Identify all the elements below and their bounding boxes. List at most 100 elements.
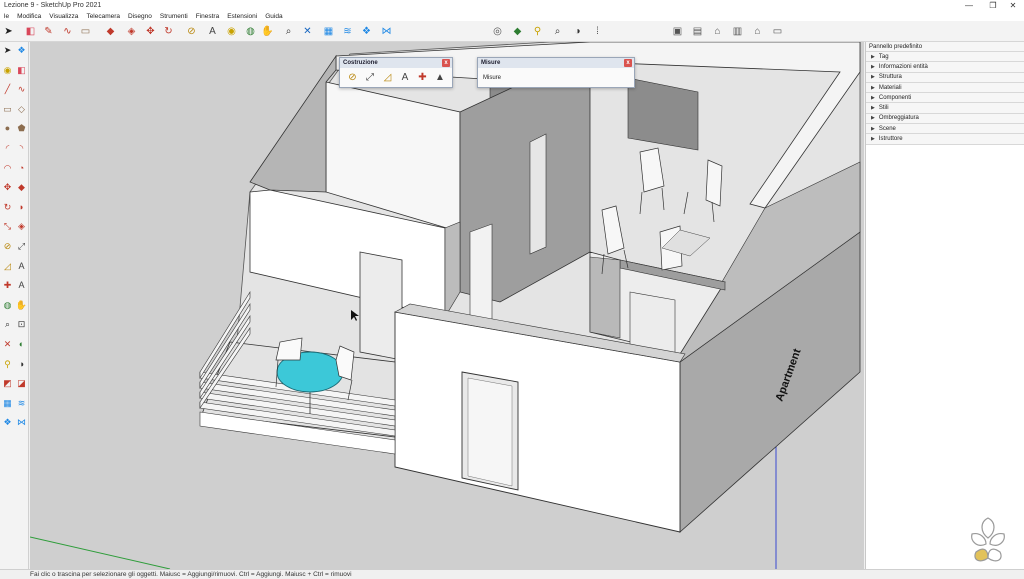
dimension-icon[interactable]: ⤢	[15, 240, 28, 253]
tray-panel-item[interactable]: ▶ Struttura	[866, 72, 1024, 83]
tray-panel-item[interactable]: ▶ Materiali	[866, 82, 1024, 94]
tray-panel-item[interactable]: ▶ Componenti	[866, 93, 1024, 104]
select-icon[interactable]: ➤	[1, 44, 14, 57]
polygon-icon[interactable]: ⬟	[15, 122, 28, 135]
paint-icon[interactable]: ◉	[1, 64, 14, 77]
menu-item[interactable]: Visualizza	[45, 13, 82, 20]
sandbox-icon[interactable]: ▦	[1, 397, 14, 410]
zoom-extents-icon[interactable]: ✕	[1, 338, 14, 351]
line-icon[interactable]: ╱	[1, 83, 14, 96]
move-icon[interactable]: ✥	[1, 181, 14, 194]
sandbox-icon[interactable]: ▦	[321, 24, 336, 39]
pie-icon[interactable]: ◔	[15, 162, 28, 175]
look-around-icon[interactable]: ◑	[570, 24, 585, 39]
scale-icon[interactable]: ⤡	[1, 220, 14, 233]
circle-icon[interactable]: ●	[1, 122, 14, 135]
previous-icon[interactable]: ◐	[15, 338, 28, 351]
push-pull-icon[interactable]: ◆	[103, 24, 118, 39]
flip-edge-icon[interactable]: ⋈	[379, 24, 394, 39]
rotate-icon[interactable]: ↻	[161, 24, 176, 39]
offset-icon[interactable]: ◈	[124, 24, 139, 39]
model-view[interactable]: Apartment	[30, 42, 864, 569]
dimension-icon[interactable]: ⤢	[364, 71, 377, 84]
3d-text-icon[interactable]: ▲	[434, 71, 447, 84]
geo-location-icon[interactable]: ◎	[490, 24, 505, 39]
smoove-icon[interactable]: ≋	[340, 24, 355, 39]
3d-text-icon[interactable]: A	[15, 279, 28, 292]
smoove-icon[interactable]: ≋	[15, 397, 28, 410]
costruzione-dialog-header[interactable]: Costruzione x	[340, 58, 452, 68]
axes-icon[interactable]: ✚	[416, 71, 429, 84]
arc2-icon[interactable]: ◝	[15, 142, 28, 155]
stamp-icon[interactable]: ❖	[359, 24, 374, 39]
text-icon[interactable]: A	[205, 24, 220, 39]
text-icon[interactable]: A	[15, 260, 28, 273]
pencil-icon[interactable]: ✎	[41, 24, 56, 39]
tape-measure-icon[interactable]: ⊘	[346, 71, 359, 84]
menu-item[interactable]: le	[0, 13, 13, 20]
walk-icon[interactable]: ⚲	[530, 24, 545, 39]
warehouse-icon[interactable]: ◆	[510, 24, 525, 39]
view-back-icon[interactable]: ⌂	[750, 24, 765, 39]
pan-icon[interactable]: ✋	[15, 299, 28, 312]
orbit-icon[interactable]: ◍	[1, 299, 14, 312]
push-pull-icon[interactable]: ◆	[15, 181, 28, 194]
look-icon[interactable]: ◑	[15, 358, 28, 371]
drape-icon[interactable]: ⋈	[15, 416, 28, 429]
tape-icon[interactable]: ⊘	[1, 240, 14, 253]
menu-item[interactable]: Modifica	[13, 13, 45, 20]
tray-panel-item[interactable]: ▶ Istruttore	[866, 134, 1024, 145]
section-icon[interactable]: ◩	[1, 377, 14, 390]
protractor-icon[interactable]: ◿	[1, 260, 14, 273]
freehand-icon[interactable]: ∿	[15, 83, 28, 96]
walk-icon[interactable]: ⚲	[1, 358, 14, 371]
menu-item[interactable]: Guida	[261, 13, 286, 20]
views-iso-icon[interactable]: ▣	[670, 24, 685, 39]
misure-dialog-header[interactable]: Misure x	[478, 58, 634, 68]
tray-panel-item[interactable]: ▶ Stili	[866, 103, 1024, 114]
eraser-icon[interactable]: ◧	[15, 64, 28, 77]
menu-item[interactable]: Estensioni	[223, 13, 261, 20]
footprints-icon[interactable]: ⁞	[590, 24, 605, 39]
misure-close-button[interactable]: x	[624, 59, 632, 67]
tray-panel-item[interactable]: ▶ Tag	[866, 52, 1024, 63]
stamp-icon[interactable]: ❖	[1, 416, 14, 429]
rotated-rect-icon[interactable]: ◇	[15, 103, 28, 116]
pan-icon[interactable]: ✋	[260, 24, 275, 39]
menu-item[interactable]: Finestra	[192, 13, 223, 20]
offset-icon[interactable]: ◈	[15, 220, 28, 233]
zoom-icon[interactable]: ⌕	[281, 24, 296, 39]
drawing-area[interactable]: Apartment	[30, 42, 864, 569]
zoom-icon[interactable]: ⌕	[1, 318, 14, 331]
axes-icon[interactable]: ✚	[1, 279, 14, 292]
view-right-icon[interactable]: ▥	[730, 24, 745, 39]
misure-field[interactable]: Misure	[478, 68, 634, 87]
view-front-icon[interactable]: ⌂	[710, 24, 725, 39]
tray-panel-item[interactable]: ▶ Informazioni entità	[866, 62, 1024, 73]
menu-item[interactable]: Strumenti	[156, 13, 192, 20]
select-arrow-icon[interactable]: ➤	[1, 24, 16, 39]
zoom-extents-icon[interactable]: ✕	[300, 24, 315, 39]
costruzione-close-button[interactable]: x	[442, 59, 450, 67]
arc3-icon[interactable]: ◠	[1, 162, 14, 175]
view-left-icon[interactable]: ▭	[770, 24, 785, 39]
move-icon[interactable]: ✥	[143, 24, 158, 39]
component-icon[interactable]: ❖	[15, 44, 28, 57]
follow-me-icon[interactable]: ◗	[15, 201, 28, 214]
rectangle-icon[interactable]: ▭	[78, 24, 93, 39]
arc-icon[interactable]: ◜	[1, 142, 14, 155]
menu-item[interactable]: Disegno	[124, 13, 156, 20]
minimize-button[interactable]: —	[956, 0, 982, 11]
eraser-icon[interactable]: ◧	[23, 24, 38, 39]
tape-measure-icon[interactable]: ⊘	[184, 24, 199, 39]
rectangle-icon[interactable]: ▭	[1, 103, 14, 116]
text-icon[interactable]: A	[399, 71, 412, 84]
view-top-icon[interactable]: ▤	[690, 24, 705, 39]
rotate-icon[interactable]: ↻	[1, 201, 14, 214]
protractor-icon[interactable]: ◿	[381, 71, 394, 84]
paint-bucket-icon[interactable]: ◉	[224, 24, 239, 39]
close-button[interactable]: ✕	[1000, 0, 1024, 11]
tray-panel-item[interactable]: ▶ Ombreggiatura	[866, 113, 1024, 125]
freehand-icon[interactable]: ∿	[60, 24, 75, 39]
position-camera-icon[interactable]: ⌕	[550, 24, 565, 39]
